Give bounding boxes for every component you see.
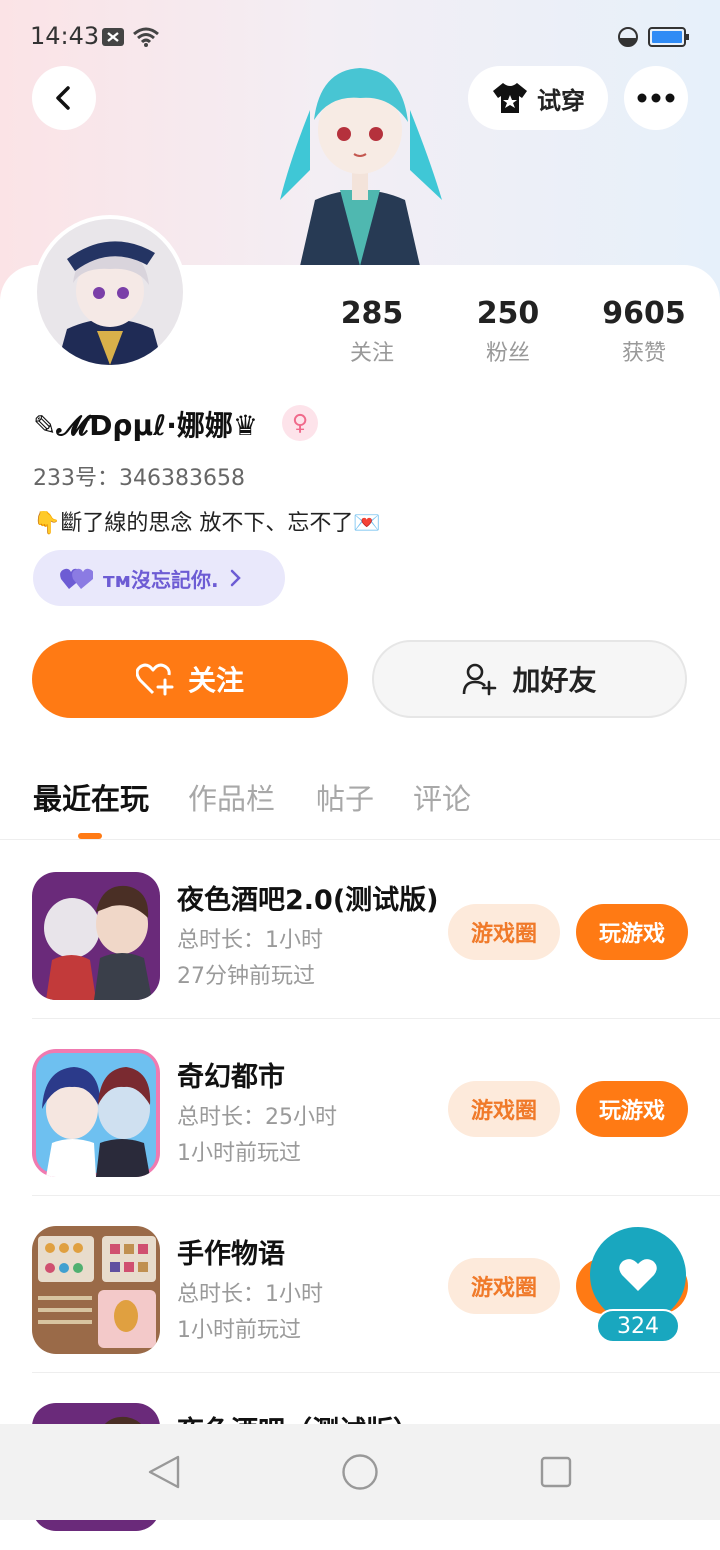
game-duration: 总时长：25小时 (177, 1105, 337, 1130)
following-stat[interactable]: 285 关注 (312, 296, 432, 367)
notification-icon (102, 28, 124, 46)
double-heart-icon (60, 568, 93, 589)
group-label: ᴛᴍ沒忘記你. (103, 567, 219, 592)
follow-label: 关注 (187, 664, 244, 697)
game-last-played: 27分钟前玩过 (177, 964, 315, 989)
group-chip[interactable]: ᴛᴍ沒忘記你. (33, 550, 285, 606)
add-friend-label: 加好友 (512, 664, 597, 697)
game-icon-fantasy-city (32, 1049, 160, 1177)
floating-like-count: 324 (596, 1309, 680, 1343)
nav-home-icon[interactable] (341, 1453, 379, 1491)
game-row[interactable]: 夜色酒吧2.0(测试版) 总时长：1小时 27分钟前玩过 游戏圈 玩游戏 (0, 842, 720, 1019)
more-button[interactable] (624, 66, 688, 130)
fans-stat[interactable]: 250 粉丝 (448, 296, 568, 367)
game-duration: 总时长：1小时 (177, 1282, 323, 1307)
try-on-button[interactable]: 试穿 (468, 66, 608, 130)
back-button[interactable] (32, 66, 96, 130)
play-game-button[interactable]: 玩游戏 (576, 1081, 688, 1137)
female-gender-icon: ♀ (282, 405, 318, 441)
following-count: 285 (340, 296, 404, 331)
likes-stat[interactable]: 9605 获赞 (584, 296, 704, 367)
follow-button[interactable]: 关注 (32, 640, 348, 718)
more-dots-icon (637, 93, 675, 103)
game-circle-button[interactable]: 游戏圈 (448, 1258, 560, 1314)
game-name: 手作物语 (177, 1239, 285, 1270)
tshirt-icon (493, 83, 527, 113)
chevron-right-icon (230, 569, 241, 587)
nickname: ✎𝓜Ɗρμℓ·娜娜♛ (33, 409, 259, 442)
bio: 👇斷了線的思念 放不下、忘不了💌 (33, 511, 381, 536)
likes-count: 9605 (602, 296, 686, 331)
game-circle-button[interactable]: 游戏圈 (448, 904, 560, 960)
tabs-divider (0, 839, 720, 840)
tab-comments[interactable]: 评论 (413, 776, 471, 818)
try-on-label: 试穿 (537, 86, 585, 115)
game-icon-handmade-story (32, 1226, 160, 1354)
tab-works[interactable]: 作品栏 (188, 776, 275, 818)
heart-plus-icon (135, 663, 174, 696)
nav-back-icon[interactable] (146, 1454, 182, 1490)
likes-label: 获赞 (621, 341, 666, 366)
game-last-played: 1小时前玩过 (177, 1141, 301, 1166)
play-game-button[interactable]: 玩游戏 (576, 904, 688, 960)
game-thumbnail[interactable] (32, 872, 160, 1000)
game-icon-night-bar (32, 872, 160, 1000)
game-circle-button[interactable]: 游戏圈 (448, 1081, 560, 1137)
heart-icon (619, 1259, 657, 1291)
game-name: 奇幻都市 (177, 1062, 285, 1093)
chevron-left-icon (56, 86, 70, 110)
add-user-icon (463, 663, 497, 696)
avatar[interactable] (33, 215, 187, 369)
nav-recents-icon[interactable] (539, 1455, 573, 1489)
add-friend-button[interactable]: 加好友 (372, 640, 687, 718)
game-thumbnail[interactable] (32, 1226, 160, 1354)
system-navigation-bar (0, 1424, 720, 1520)
game-last-played: 1小时前玩过 (177, 1318, 301, 1343)
tab-posts[interactable]: 帖子 (316, 776, 374, 818)
tab-recently-played[interactable]: 最近在玩 (33, 776, 149, 818)
fans-count: 250 (476, 296, 540, 331)
avatar-image (37, 219, 183, 365)
character-avatar-figure[interactable] (270, 50, 450, 266)
following-label: 关注 (349, 341, 394, 366)
game-duration: 总时长：1小时 (177, 928, 323, 953)
fans-label: 粉丝 (485, 341, 530, 366)
game-name: 夜色酒吧2.0(测试版) (177, 885, 439, 916)
user-id[interactable]: 233号：346383658 (33, 460, 245, 492)
game-row[interactable]: 奇幻都市 总时长：25小时 1小时前玩过 游戏圈 玩游戏 (0, 1019, 720, 1196)
game-thumbnail[interactable] (32, 1049, 160, 1177)
wifi-icon (133, 27, 159, 47)
status-time: 14:43 (30, 22, 100, 50)
data-saver-icon (618, 27, 638, 47)
battery-icon (648, 27, 689, 47)
